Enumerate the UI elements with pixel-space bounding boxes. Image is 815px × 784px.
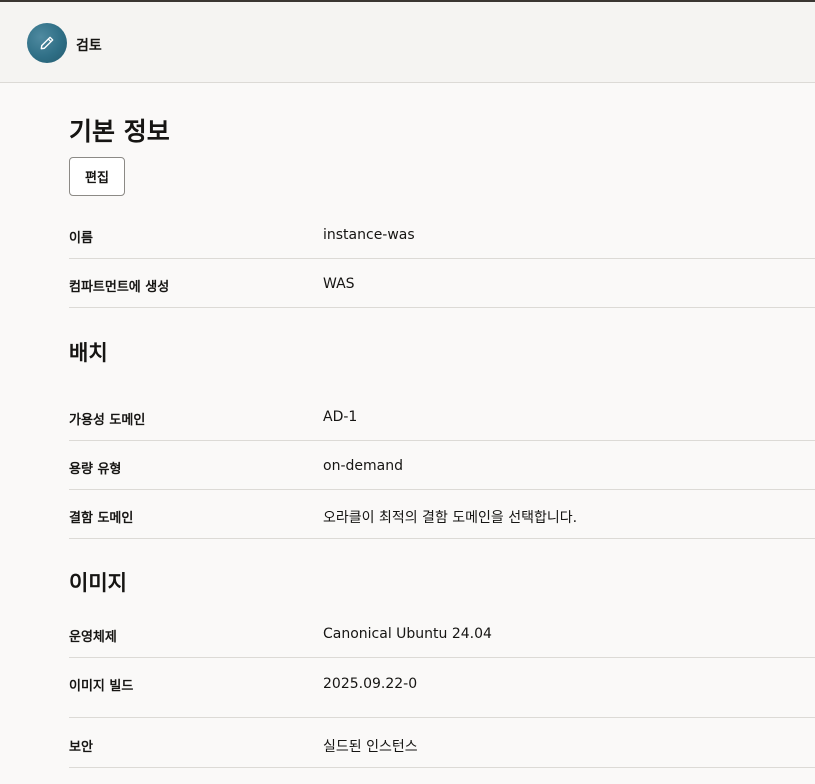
row-label: 결함 도메인 bbox=[69, 511, 134, 526]
section-title-basic: 기본 정보 bbox=[69, 117, 170, 146]
row-value: 2025.09.22-0 bbox=[323, 676, 418, 692]
row-value: instance-was bbox=[323, 227, 415, 243]
edit-button[interactable]: 편집 bbox=[69, 157, 125, 196]
row-value: on-demand bbox=[323, 458, 403, 474]
row-value: Canonical Ubuntu 24.04 bbox=[323, 626, 492, 642]
row-label: 운영체제 bbox=[69, 630, 117, 645]
detail-row-capacity-type: 용량 유형 on-demand bbox=[69, 441, 815, 490]
detail-row-fault-domain: 결함 도메인 오라클이 최적의 결함 도메인을 선택합니다. bbox=[69, 490, 815, 539]
row-value: AD-1 bbox=[323, 409, 358, 425]
detail-row-name: 이름 instance-was bbox=[69, 210, 815, 259]
row-label: 이름 bbox=[69, 231, 93, 246]
row-label: 가용성 도메인 bbox=[69, 413, 146, 428]
section-title-image: 이미지 bbox=[69, 571, 127, 595]
pencil-icon bbox=[27, 23, 67, 63]
detail-row-availability-domain: 가용성 도메인 AD-1 bbox=[69, 392, 815, 441]
row-value: 실드된 인스턴스 bbox=[323, 739, 418, 755]
detail-row-image-build: 이미지 빌드 2025.09.22-0 bbox=[69, 658, 815, 718]
row-label: 용량 유형 bbox=[69, 462, 122, 477]
row-value: 오라클이 최적의 결함 도메인을 선택합니다. bbox=[323, 510, 578, 526]
row-label: 이미지 빌드 bbox=[69, 679, 134, 694]
row-value: WAS bbox=[323, 276, 355, 292]
detail-row-security: 보안 실드된 인스턴스 bbox=[69, 719, 815, 768]
detail-row-compartment: 컴파트먼트에 생성 WAS bbox=[69, 259, 815, 308]
step-title: 검토 bbox=[76, 38, 102, 54]
row-label: 보안 bbox=[69, 740, 93, 755]
review-header: 검토 bbox=[0, 2, 815, 83]
row-label: 컴파트먼트에 생성 bbox=[69, 280, 170, 295]
section-title-placement: 배치 bbox=[69, 341, 108, 365]
detail-row-os: 운영체제 Canonical Ubuntu 24.04 bbox=[69, 609, 815, 658]
